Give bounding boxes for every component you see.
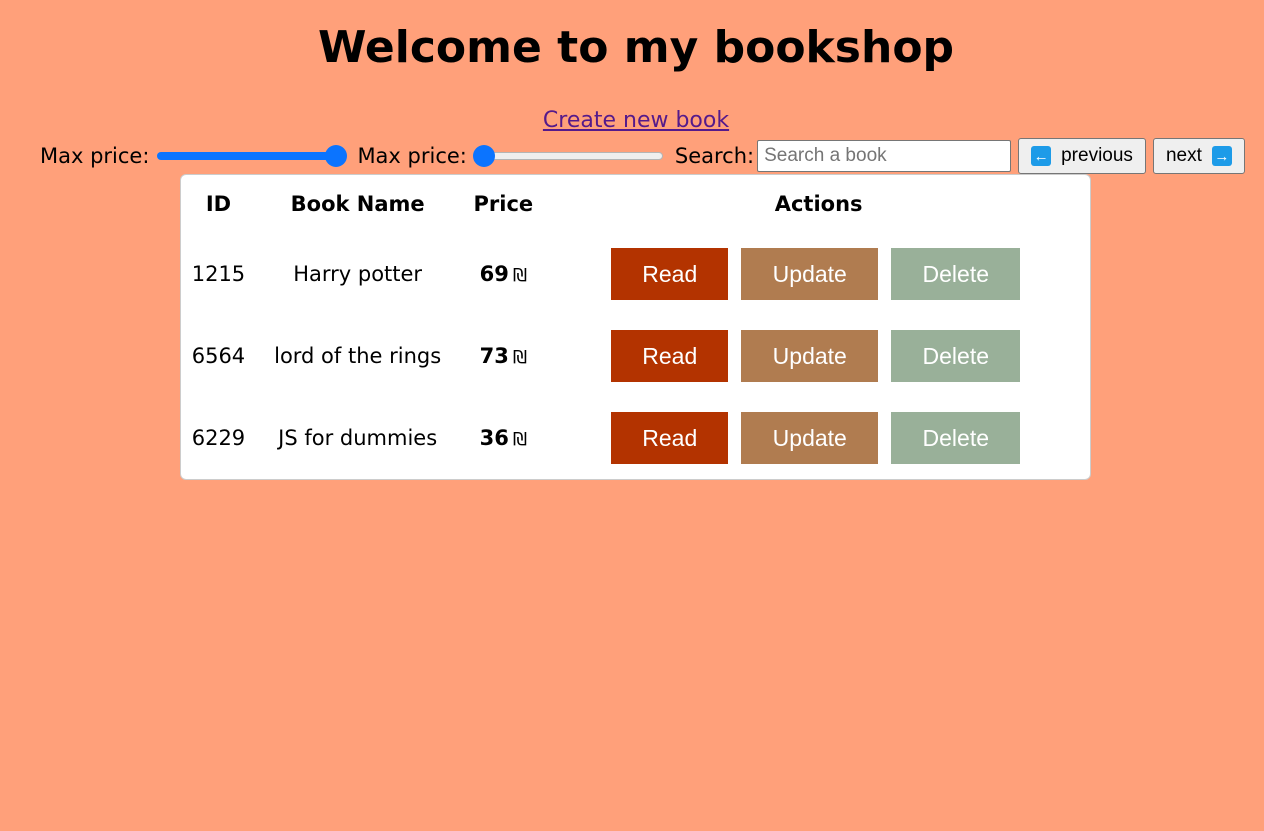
column-header-price: Price [473,192,534,216]
currency-symbol: ₪ [512,347,528,368]
filter-toolbar: Max price: Max price: Search: ← previous… [40,138,1252,174]
read-button[interactable]: Read [611,412,729,464]
next-button-label: next [1165,145,1202,166]
search-label: Search: [674,144,755,168]
table-row: 1215 Harry potter 69 ₪ Read Update Delete [181,233,1090,315]
max-price-label: Max price: [357,144,467,168]
delete-button[interactable]: Delete [891,330,1021,382]
next-button[interactable]: next → [1152,138,1245,174]
create-new-book-link[interactable]: Create new book [543,108,729,133]
read-button[interactable]: Read [611,330,729,382]
read-button[interactable]: Read [611,248,729,300]
table-row: 6564 lord of the rings 73 ₪ Read Update D… [181,315,1090,397]
book-price: 73 ₪ [459,315,547,397]
update-button[interactable]: Update [741,330,879,382]
currency-symbol: ₪ [512,265,528,286]
arrow-right-icon: → [1211,146,1232,166]
update-button[interactable]: Update [741,248,879,300]
max-price-slider[interactable] [472,143,665,169]
create-link-container: Create new book [0,108,1264,133]
book-name: Harry potter [293,262,423,286]
max-price-label: Max price: [40,144,150,168]
column-header-actions: Actions [774,192,863,216]
table-row: 6229 JS for dummies 36 ₪ Read Update Dele… [181,397,1090,479]
delete-button[interactable]: Delete [891,248,1021,300]
books-table-card: ID Book Name Price Actions 1215 Harry po… [180,174,1091,480]
slider-thumb[interactable] [325,145,348,167]
slider-track [474,152,663,160]
book-name: lord of the rings [274,344,442,368]
book-id: 1215 [191,262,246,286]
table-header-row: ID Book Name Price Actions [181,175,1090,233]
price-value: 36 [479,426,509,450]
row-actions: Read Update Delete [547,315,1090,397]
book-price: 69 ₪ [459,233,547,315]
slider-thumb[interactable] [472,145,495,167]
column-header-id: ID [205,192,232,216]
row-actions: Read Update Delete [547,233,1090,315]
update-button[interactable]: Update [741,412,879,464]
previous-button[interactable]: ← previous [1018,138,1146,174]
currency-symbol: ₪ [512,429,528,450]
book-id: 6564 [191,344,246,368]
slider-fill [157,152,337,160]
price-value: 73 [479,344,509,368]
max-price-slider[interactable] [155,143,348,169]
book-price: 36 ₪ [459,397,547,479]
delete-button[interactable]: Delete [891,412,1021,464]
books-table: ID Book Name Price Actions 1215 Harry po… [181,175,1090,479]
book-id: 6229 [191,426,246,450]
arrow-left-icon: ← [1031,146,1052,166]
book-name: JS for dummies [278,426,438,450]
column-header-book-name: Book Name [290,192,425,216]
row-actions: Read Update Delete [547,397,1090,479]
previous-button-label: previous [1061,145,1133,166]
price-value: 69 [479,262,509,286]
page-title: Welcome to my bookshop [317,22,955,73]
search-input[interactable] [757,140,1012,172]
